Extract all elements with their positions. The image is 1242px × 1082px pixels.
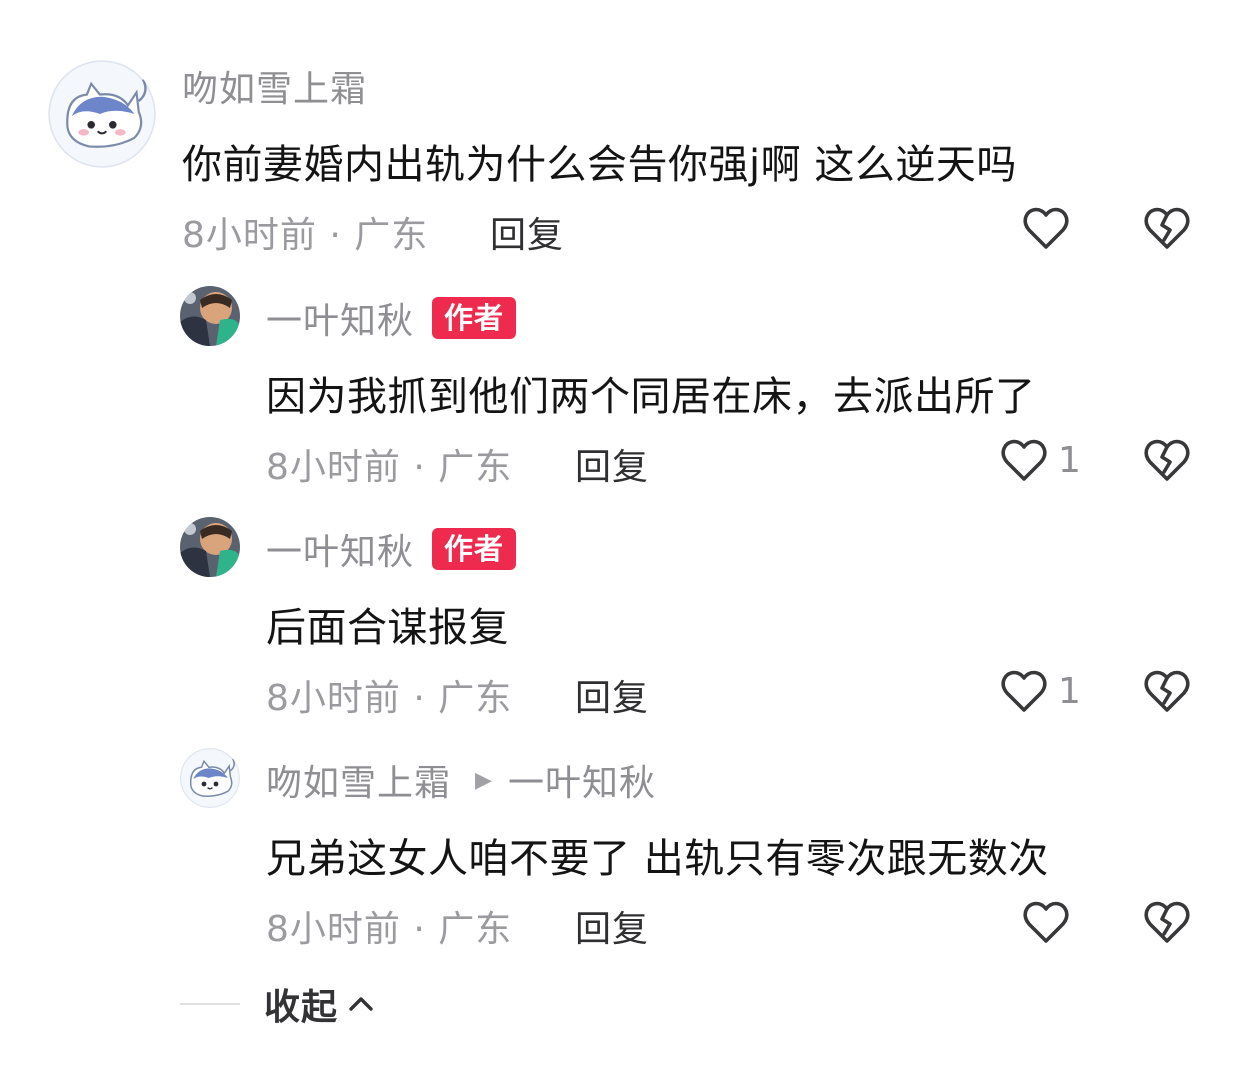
user-avatar-icon bbox=[180, 286, 240, 346]
avatar[interactable] bbox=[48, 60, 156, 168]
avatar[interactable] bbox=[180, 517, 240, 577]
reply-button[interactable]: 回复 bbox=[575, 438, 649, 490]
dislike-button[interactable] bbox=[1143, 668, 1191, 714]
reply-target-username[interactable]: 一叶知秋 bbox=[508, 754, 656, 806]
avatar[interactable] bbox=[180, 286, 240, 346]
username[interactable]: 一叶知秋 bbox=[266, 523, 414, 575]
comment-timestamp-location: 8小时前 · 广东 bbox=[182, 215, 429, 256]
like-button[interactable]: 1 bbox=[1000, 668, 1081, 714]
cat-avatar-icon bbox=[180, 748, 240, 808]
dislike-button[interactable] bbox=[1143, 899, 1191, 945]
comment-text: 因为我抓到他们两个同居在床，去派出所了 bbox=[266, 374, 1036, 420]
divider bbox=[180, 1003, 240, 1005]
chevron-up-icon bbox=[349, 997, 373, 1011]
broken-heart-icon bbox=[1144, 207, 1190, 249]
like-count: 1 bbox=[1058, 670, 1081, 712]
like-button[interactable]: 1 bbox=[1000, 437, 1081, 483]
heart-outline-icon bbox=[1001, 670, 1047, 712]
comment-text: 兄弟这女人咱不要了 出轨只有零次跟无数次 bbox=[266, 836, 1049, 882]
reply-button[interactable]: 回复 bbox=[490, 206, 564, 258]
heart-outline-icon bbox=[1001, 439, 1047, 481]
comment-timestamp-location: 8小时前 · 广东 bbox=[266, 678, 513, 719]
comment-thread: 吻如雪上霜 你前妻婚内出轨为什么会告你强j啊 这么逆天吗 8小时前 · 广东 回… bbox=[0, 0, 1242, 1082]
collapse-replies-button[interactable]: 收起 bbox=[180, 978, 374, 1030]
reply-button[interactable]: 回复 bbox=[575, 669, 649, 721]
user-avatar-icon bbox=[180, 517, 240, 577]
broken-heart-icon bbox=[1144, 439, 1190, 481]
cat-avatar-icon bbox=[48, 60, 156, 168]
avatar[interactable] bbox=[180, 748, 240, 808]
broken-heart-icon bbox=[1144, 901, 1190, 943]
comment-text: 后面合谋报复 bbox=[266, 605, 509, 651]
comment-timestamp-location: 8小时前 · 广东 bbox=[266, 447, 513, 488]
author-badge: 作者 bbox=[432, 297, 517, 339]
username[interactable]: 吻如雪上霜 bbox=[266, 754, 451, 806]
triangle-right-icon: ▶ bbox=[475, 767, 492, 793]
comment-timestamp-location: 8小时前 · 广东 bbox=[266, 909, 513, 950]
username[interactable]: 吻如雪上霜 bbox=[182, 60, 367, 112]
collapse-label: 收起 bbox=[264, 987, 339, 1028]
comment-text: 你前妻婚内出轨为什么会告你强j啊 这么逆天吗 bbox=[182, 142, 1017, 188]
heart-outline-icon bbox=[1023, 207, 1069, 249]
dislike-button[interactable] bbox=[1143, 437, 1191, 483]
reply-button[interactable]: 回复 bbox=[575, 900, 649, 952]
like-count: 1 bbox=[1058, 439, 1081, 481]
like-button[interactable] bbox=[1022, 205, 1070, 251]
broken-heart-icon bbox=[1144, 670, 1190, 712]
dislike-button[interactable] bbox=[1143, 205, 1191, 251]
author-badge: 作者 bbox=[432, 528, 517, 570]
username[interactable]: 一叶知秋 bbox=[266, 292, 414, 344]
heart-outline-icon bbox=[1023, 901, 1069, 943]
like-button[interactable] bbox=[1022, 899, 1070, 945]
